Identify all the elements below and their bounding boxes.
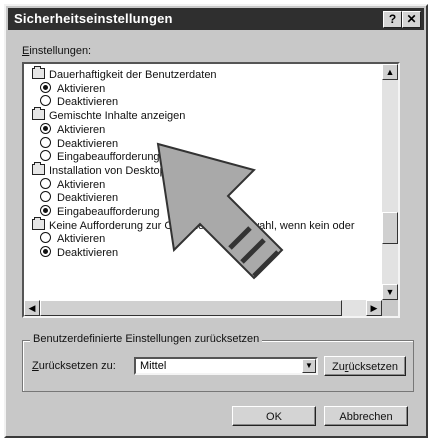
tree-item-label: Aktivieren xyxy=(57,123,106,136)
settings-label: Einstellungen: xyxy=(22,45,92,57)
radio-selected-icon[interactable] xyxy=(40,205,51,216)
tree-item-label: Installation von Desktopobjekten xyxy=(49,164,208,177)
chevron-down-icon[interactable]: ▼ xyxy=(302,359,316,373)
tree-option[interactable]: Deaktivieren xyxy=(40,95,118,108)
reset-group-title: Benutzerdefinierte Einstellungen zurücks… xyxy=(30,333,263,345)
arrow-left-icon[interactable]: ◀ xyxy=(24,300,40,316)
tree-item-label: Deaktivieren xyxy=(57,96,119,109)
cancel-button[interactable]: Abbrechen xyxy=(324,406,408,426)
tree-option[interactable]: Aktivieren xyxy=(40,177,106,191)
tree-option[interactable]: Eingabeaufforderung xyxy=(40,205,160,218)
radio-selected-icon[interactable] xyxy=(40,81,51,93)
folder-icon xyxy=(32,107,45,121)
radio-icon[interactable] xyxy=(40,191,51,203)
radio-selected-icon[interactable] xyxy=(40,122,51,134)
horizontal-scroll-thumb[interactable] xyxy=(40,300,342,316)
scroll-thumb[interactable] xyxy=(382,212,398,244)
vertical-scrollbar[interactable]: ▲ ▼ xyxy=(382,64,398,300)
radio-icon[interactable] xyxy=(40,232,51,244)
tree-option[interactable]: Aktivieren xyxy=(40,122,106,136)
window-title: Sicherheitseinstellungen xyxy=(14,11,173,26)
reset-to-label: Zurücksetzen zu: xyxy=(32,360,116,372)
arrow-down-icon[interactable]: ▼ xyxy=(382,284,398,300)
tree-group[interactable]: Keine Aufforderung zur Clientzertifikata… xyxy=(32,216,355,232)
help-button[interactable]: ? xyxy=(383,11,402,28)
radio-selected-icon[interactable] xyxy=(40,246,51,258)
tree-item-label: Aktivieren xyxy=(57,178,106,191)
tree-item-label: Keine Aufforderung zur Clientzertifikata… xyxy=(49,219,355,232)
horizontal-scrollbar[interactable]: ◀ ▶ xyxy=(24,300,382,316)
folder-icon xyxy=(32,216,45,230)
tree-item-label: Aktivieren xyxy=(57,82,106,95)
tree-option[interactable]: Deaktivieren xyxy=(40,191,118,204)
title-bar[interactable]: Sicherheitseinstellungen ? ✕ xyxy=(8,8,424,30)
tree-group[interactable]: Dauerhaftigkeit der Benutzerdaten xyxy=(32,66,217,81)
tree-item-label: Dauerhaftigkeit der Benutzerdaten xyxy=(49,69,217,81)
security-level-value: Mittel xyxy=(140,360,167,372)
tree-option[interactable]: Aktivieren xyxy=(40,81,106,95)
tree-item-label: Aktivieren xyxy=(57,233,106,246)
tree-option[interactable]: Aktivieren xyxy=(40,232,105,245)
scrollbar-corner xyxy=(382,300,398,316)
folder-icon xyxy=(32,66,45,79)
tree-option[interactable]: Eingabeaufforderung xyxy=(40,150,160,163)
radio-icon[interactable] xyxy=(40,136,51,148)
tree-group[interactable]: Gemischte Inhalte anzeigen xyxy=(32,107,186,123)
radio-icon[interactable] xyxy=(40,150,51,162)
close-button[interactable]: ✕ xyxy=(402,11,421,28)
arrow-right-icon[interactable]: ▶ xyxy=(366,300,382,316)
tree-group[interactable]: Installation von Desktopobjekten xyxy=(32,161,208,177)
reset-button[interactable]: Zurücksetzen xyxy=(324,356,406,376)
tree-option[interactable]: Deaktivieren xyxy=(40,136,119,150)
tree-option[interactable]: Deaktivieren xyxy=(40,246,118,259)
radio-icon[interactable] xyxy=(40,177,51,189)
tree-item-label: Deaktivieren xyxy=(57,192,119,205)
ok-button[interactable]: OK xyxy=(232,406,316,426)
settings-tree[interactable]: Deaktivieren Aktivieren Keine Aufforderung… xyxy=(22,62,400,318)
security-level-select[interactable]: Mittel ▼ xyxy=(134,357,318,375)
tree-item-label: Deaktivieren xyxy=(57,247,119,260)
folder-icon xyxy=(32,161,45,175)
tree-item-label: Deaktivieren xyxy=(57,137,119,150)
arrow-up-icon[interactable]: ▲ xyxy=(382,64,398,80)
tree-item-label: Gemischte Inhalte anzeigen xyxy=(49,110,186,123)
tree-item-label: Eingabeaufforderung xyxy=(57,206,160,218)
tree-item-label: Eingabeaufforderung xyxy=(57,151,160,164)
radio-icon[interactable] xyxy=(40,95,51,107)
